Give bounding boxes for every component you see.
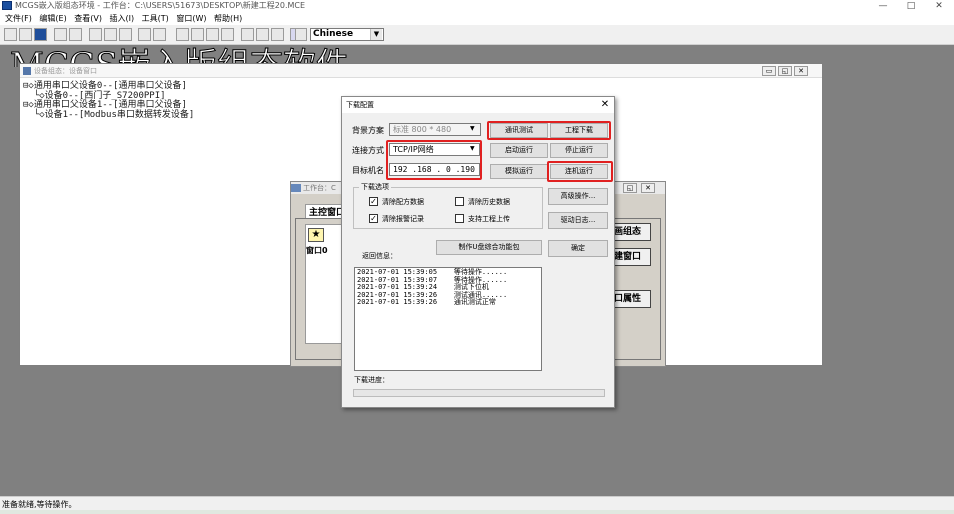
workbench-restore-button[interactable]: ◱ [623,183,637,193]
table-icon[interactable] [221,28,234,41]
window-icon[interactable]: ★ [308,228,324,242]
check-icon[interactable] [256,28,269,41]
return-info-label: 返回信息： [362,252,397,260]
menu-view[interactable]: 查看(V) [74,12,102,25]
new-window-button[interactable]: 建窗口 [611,248,651,266]
title-bar: MCGS嵌入版组态环境 - 工作台：C:\USERS\51673\DESKTOP… [0,0,954,12]
chevron-down-icon[interactable]: ▼ [470,125,475,132]
mdi-close-button[interactable]: ✕ [794,66,808,76]
background-label: 背景方案 [352,126,384,135]
draw-config-button[interactable]: 画组态 [611,223,651,241]
toolbar: Chinese ▼ [0,25,954,45]
log-line: 2021-07-01 15:39:26 通讯测试正常 [357,298,496,307]
align-left-icon[interactable] [176,28,189,41]
options-group-label: 下载选项 [359,182,391,192]
comm-test-button[interactable]: 通讯测试 [490,123,548,138]
mdi-minimize-button[interactable]: ▭ [762,66,776,76]
menu-help[interactable]: 帮助(H) [214,12,242,25]
menu-edit[interactable]: 编辑(E) [39,12,66,25]
background-select[interactable]: 标准 800 * 480 [389,123,481,136]
menu-bar: 文件(F) 编辑(E) 查看(V) 插入(I) 工具(T) 窗口(W) 帮助(H… [0,12,954,25]
chevron-down-icon[interactable]: ▼ [470,145,475,152]
app-icon [2,1,12,10]
window-title: MCGS嵌入版组态环境 - 工作台：C:\USERS\51673\DESKTOP… [15,1,306,10]
clear-recipe-label: 清除配方数据 [382,198,424,206]
support-upload-label: 支持工程上传 [468,215,510,223]
usb-package-button[interactable]: 制作U盘综合功能包 [436,240,542,255]
clear-history-label: 清除历史数据 [468,198,510,206]
maximize-button[interactable]: □ [904,0,918,12]
cut-icon[interactable] [89,28,102,41]
window0-label[interactable]: 窗口0 [306,245,328,256]
copy-icon[interactable] [104,28,117,41]
new-file-icon[interactable] [4,28,17,41]
clear-recipe-checkbox[interactable]: ✓ [369,197,378,206]
support-upload-checkbox[interactable] [455,214,464,223]
ok-button[interactable]: 确定 [548,240,608,257]
menu-window[interactable]: 窗口(W) [176,12,206,25]
device-tree: ⊟◇通用串口父设备0--[通用串口父设备] └◇设备0--[西门子_S7200P… [23,81,194,121]
target-ip-field[interactable]: 192 .168 . 0 .190 [389,163,480,176]
device-window-title: 设备组态：设备窗口 [20,64,822,78]
download-config-dialog: 下载配置 ✕ 背景方案 标准 800 * 480 ▼ 连接方式 TCP/IP网络… [341,96,615,408]
tree-item[interactable]: └◇设备1--[Modbus串口数据转发设备] [23,110,194,121]
grid-icon[interactable] [206,28,219,41]
advanced-button[interactable]: 高级操作... [548,188,608,205]
progress-label: 下载进度： [354,376,389,384]
return-info-log: 2021-07-01 15:39:05 等待操作...... 2021-07-0… [354,267,542,371]
start-run-button[interactable]: 启动运行 [490,143,548,158]
menu-tools[interactable]: 工具(T) [142,12,169,25]
redo-icon[interactable] [153,28,166,41]
status-text: 准备就绪,等待操作。 [2,500,77,509]
print-icon[interactable] [54,28,67,41]
clear-alarm-label: 清除报警记录 [382,215,424,223]
clear-history-checkbox[interactable] [455,197,464,206]
simulate-run-button[interactable]: 模拟运行 [490,164,548,179]
dialog-title: 下载配置 [342,97,614,113]
save-icon[interactable] [34,28,47,41]
workbench-close-button[interactable]: ✕ [641,183,655,193]
minimize-button[interactable]: — [876,0,890,12]
menu-file[interactable]: 文件(F) [5,12,32,25]
properties-icon[interactable] [241,28,254,41]
run-icon[interactable] [271,28,284,41]
print-preview-icon[interactable] [69,28,82,41]
download-progress-bar [353,389,605,397]
mdi-restore-button[interactable]: ◱ [778,66,792,76]
menu-insert[interactable]: 插入(I) [110,12,135,25]
paste-icon[interactable] [119,28,132,41]
driver-log-button[interactable]: 驱动日志... [548,212,608,229]
connection-label: 连接方式 [352,146,384,155]
workbench-icon [291,184,301,192]
chevron-down-icon[interactable]: ▼ [370,29,382,40]
window-icon [23,67,31,75]
status-strip [0,510,954,514]
language-icon[interactable] [295,28,307,41]
target-label: 目标机名 [352,166,384,175]
undo-icon[interactable] [138,28,151,41]
connection-select[interactable]: TCP/IP网络 [389,143,480,156]
open-folder-icon[interactable] [19,28,32,41]
clear-alarm-checkbox[interactable]: ✓ [369,214,378,223]
online-run-button[interactable]: 连机运行 [550,164,608,179]
window-properties-button[interactable]: 口属性 [611,290,651,308]
dialog-close-button[interactable]: ✕ [598,97,612,113]
align-center-icon[interactable] [191,28,204,41]
close-button[interactable]: ✕ [932,0,946,12]
stop-run-button[interactable]: 停止运行 [550,143,608,158]
project-download-button[interactable]: 工程下载 [550,123,608,138]
